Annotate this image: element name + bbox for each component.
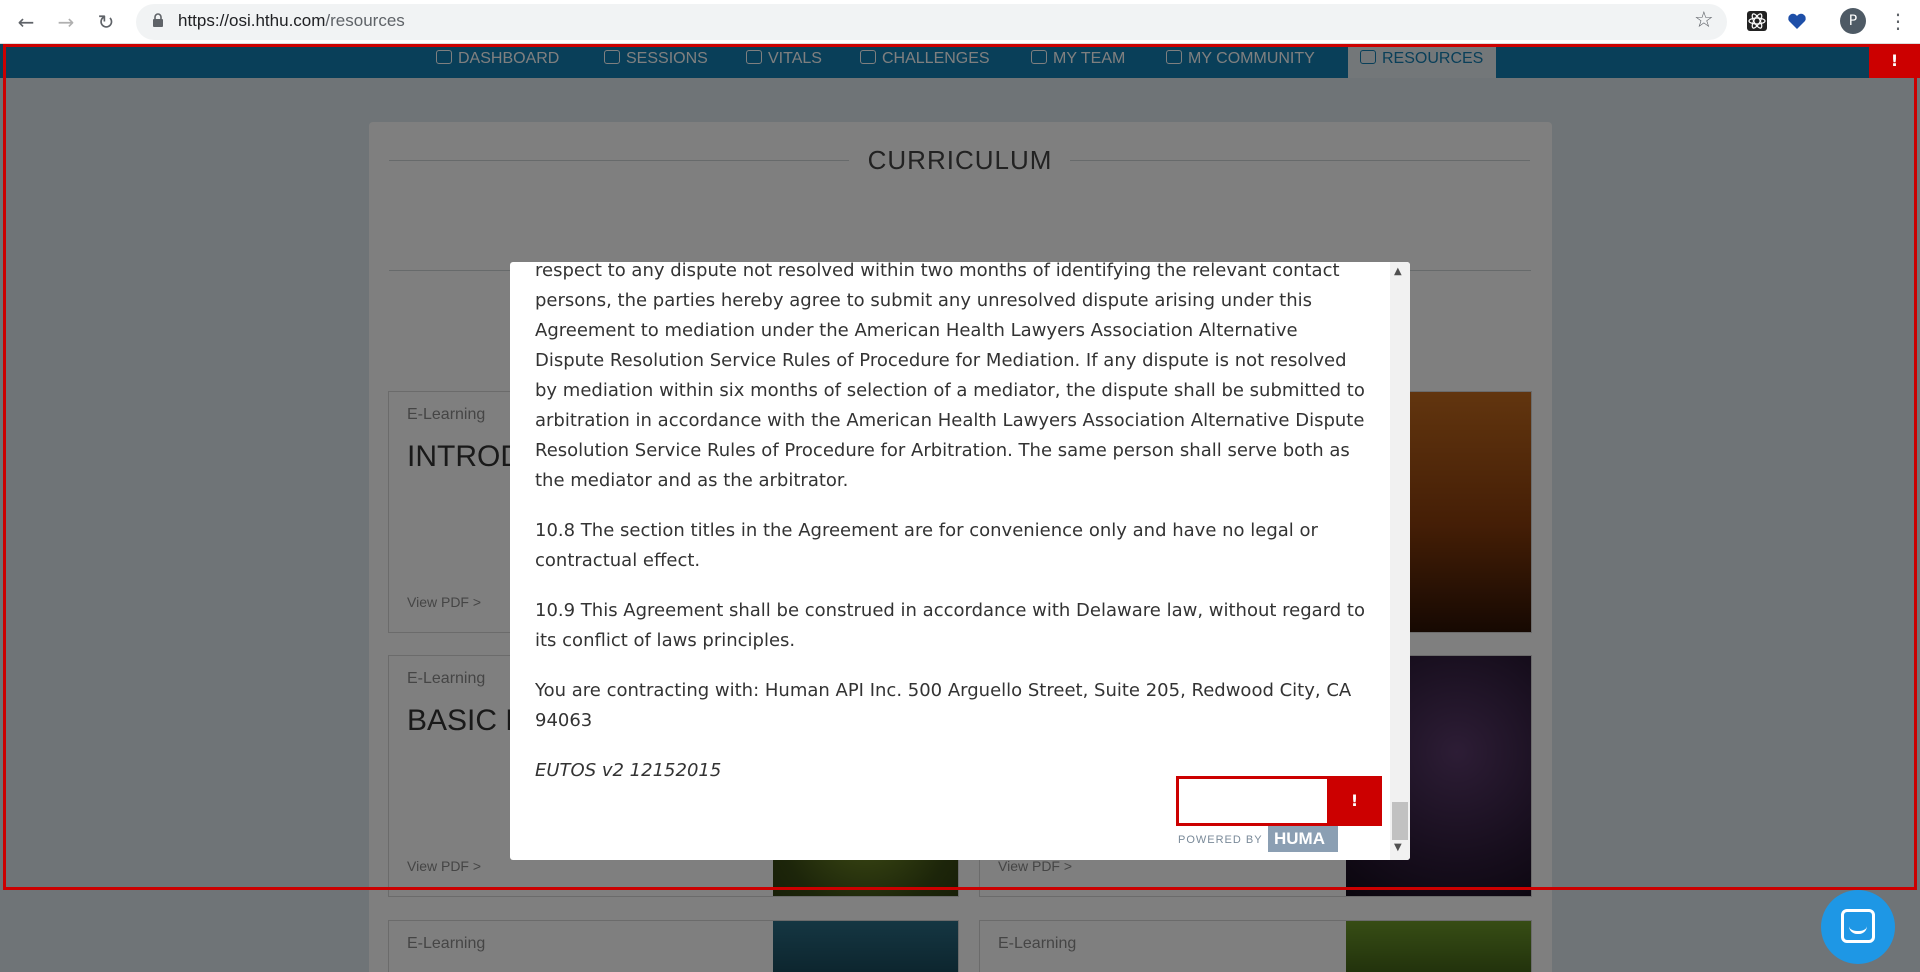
url-text: https://osi.hthu.com/resources xyxy=(178,9,405,33)
url-host: https://osi.hthu.com xyxy=(178,11,326,30)
modal-scrollbar[interactable] xyxy=(1390,262,1410,860)
terms-text: respect to any dispute not resolved with… xyxy=(535,262,1365,812)
lock-icon xyxy=(153,13,163,27)
extension-react-icon[interactable] xyxy=(1746,10,1768,32)
browser-toolbar: ← → ↻ https://osi.hthu.com/resources ☆ P… xyxy=(0,0,1920,44)
reload-icon[interactable]: ↻ xyxy=(94,10,118,34)
browser-menu-icon[interactable]: ⋮ xyxy=(1888,8,1908,34)
terms-paragraph: respect to any dispute not resolved with… xyxy=(535,262,1365,491)
profile-avatar[interactable]: P xyxy=(1840,8,1866,34)
back-icon[interactable]: ← xyxy=(14,10,38,34)
alert-flag-powered: ! xyxy=(1327,776,1382,826)
alert-flag-top: ! xyxy=(1869,44,1920,78)
terms-paragraph: You are contracting with: Human API Inc.… xyxy=(535,680,1352,731)
powered-by-label: POWERED BY xyxy=(1178,834,1263,846)
human-api-logo: HUMA xyxy=(1268,826,1338,852)
scroll-up-icon[interactable]: ▲ xyxy=(1394,266,1402,277)
scroll-down-icon[interactable]: ▼ xyxy=(1394,842,1402,853)
terms-paragraph: 10.8 The section titles in the Agreement… xyxy=(535,520,1318,571)
url-path: /resources xyxy=(325,11,405,30)
terms-paragraph: 10.9 This Agreement shall be construed i… xyxy=(535,600,1365,651)
terms-modal: respect to any dispute not resolved with… xyxy=(510,262,1410,860)
bookmark-star-icon[interactable]: ☆ xyxy=(1694,8,1714,34)
scrollbar-thumb[interactable] xyxy=(1392,802,1408,840)
forward-icon[interactable]: → xyxy=(54,10,78,34)
extension-heart-icon[interactable] xyxy=(1786,10,1808,32)
page-content: DASHBOARD SESSIONS VITALS CHALLENGES MY … xyxy=(0,44,1920,972)
